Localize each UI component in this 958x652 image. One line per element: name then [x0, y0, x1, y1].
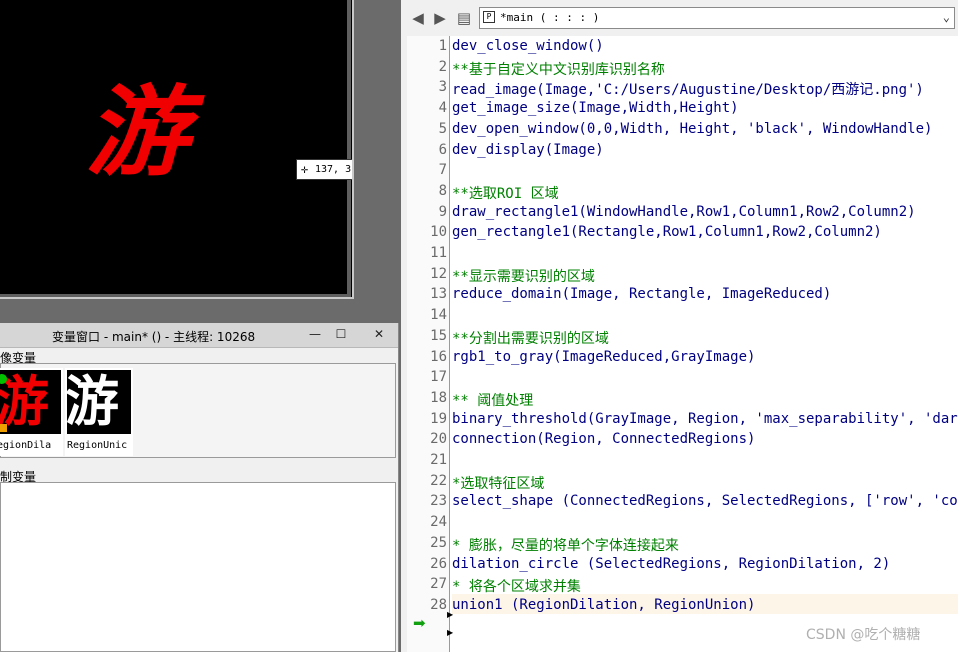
code-comment-line[interactable]: * 将各个区域求并集: [452, 576, 581, 596]
thumbnail-caption: RegionUnic: [67, 440, 128, 451]
code-editor[interactable]: 1 2 3 4 5 6 7 8 9 10 11 12 13 14 15 16 17 18 19 20 21 22 23 24 2…: [407, 36, 958, 652]
procedure-select[interactable]: P *main ( : : : ) ⌄: [479, 7, 955, 29]
line-number: 5: [438, 120, 447, 137]
insert-cursor-marker-icon: ▶: [447, 610, 454, 619]
program-counter-arrow-icon: ➡: [413, 614, 426, 632]
program-toolbar: ◀ ▶ ▤ P *main ( : : : ) ⌄: [401, 0, 958, 36]
procedure-icon: P: [483, 11, 495, 23]
chevron-down-icon[interactable]: ⌄: [943, 10, 950, 24]
maximize-button[interactable]: ☐: [332, 325, 350, 343]
line-number: 21: [430, 452, 447, 468]
code-comment-line[interactable]: ** 阈值处理: [452, 390, 533, 410]
line-number: 16: [430, 348, 447, 365]
code-line[interactable]: rgb1_to_gray(ImageReduced,GrayImage): [452, 349, 755, 365]
code-line[interactable]: dev_close_window(): [452, 38, 604, 54]
line-number: 22: [430, 472, 447, 489]
line-number: 24: [430, 514, 447, 531]
code-comment-line[interactable]: **选取ROI 区域: [452, 183, 559, 203]
code-line[interactable]: union1 (RegionDilation, RegionUnion): [452, 597, 755, 613]
variable-window-title: 变量窗口 - main* () - 主线程: 10268: [52, 330, 256, 344]
code-line[interactable]: select_shape (ConnectedRegions, Selected…: [452, 493, 958, 509]
displayed-image-character: 游: [85, 75, 189, 190]
pixel-coordinate-tooltip: ✛ 137, 315: [296, 159, 352, 180]
line-number: 10: [430, 224, 447, 241]
code-area[interactable]: dev_close_window() **基于自定义中文识别库识别名称 read_i…: [452, 36, 958, 652]
thumbnail-caption: egionDila: [0, 440, 52, 451]
line-number: 17: [430, 369, 447, 386]
thumbnail-region-union[interactable]: 游 RegionUnic: [65, 368, 133, 456]
line-number: 19: [430, 410, 447, 427]
code-comment-line[interactable]: **分割出需要识别的区域: [452, 328, 609, 348]
image-variables-panel: 游 egionDila 游 RegionUnic: [0, 363, 396, 458]
line-number: 18: [430, 389, 447, 406]
line-number: 4: [438, 100, 447, 117]
code-line[interactable]: dev_open_window(0,0,Width, Height, 'blac…: [452, 121, 932, 137]
insert-cursor-marker-icon: ▶: [447, 628, 454, 637]
variable-window-titlebar[interactable]: 变量窗口 - main* () - 主线程: 10268 — ☐ ✕: [0, 323, 398, 348]
line-number: 27: [430, 576, 447, 593]
thumbnail-glyph: 游: [67, 370, 119, 433]
crosshair-icon: ✛: [301, 162, 309, 176]
line-number: 6: [438, 141, 447, 158]
procedure-value: *main ( : : : ): [500, 11, 600, 24]
line-number: 14: [430, 307, 447, 324]
line-number: 3: [438, 79, 447, 96]
code-comment-line[interactable]: *选取特征区域: [452, 473, 544, 493]
thumbnail-image: 游: [0, 370, 61, 434]
code-line[interactable]: dilation_circle (SelectedRegions, Region…: [452, 556, 890, 572]
line-number: 12: [430, 265, 447, 282]
minimize-button[interactable]: —: [306, 325, 324, 343]
line-number: 28: [430, 596, 447, 613]
line-number-gutter[interactable]: 1 2 3 4 5 6 7 8 9 10 11 12 13 14 15 16 17 18 19 20 21 22 23 24 2…: [407, 36, 450, 652]
code-line[interactable]: reduce_domain(Image, Rectangle, ImageRed…: [452, 286, 831, 302]
line-number: 9: [438, 203, 447, 220]
program-window: ◀ ▶ ▤ P *main ( : : : ) ⌄ 1 2 3 4 5 6 7 8 9 10 11 1…: [401, 0, 958, 652]
thumbnail-glyph: 游: [0, 370, 49, 433]
line-number: 1: [438, 38, 447, 54]
variable-window: 变量窗口 - main* () - 主线程: 10268 — ☐ ✕ 像变量 游…: [0, 323, 399, 652]
back-arrow-icon[interactable]: ◀: [409, 9, 427, 27]
code-line[interactable]: gen_rectangle1(Rectangle,Row1,Column1,Ro…: [452, 224, 882, 240]
code-comment-line[interactable]: * 膨胀，尽量的将单个字体连接起来: [452, 535, 679, 555]
close-button[interactable]: ✕: [370, 325, 388, 343]
line-number: 13: [430, 286, 447, 303]
line-number: 7: [438, 162, 447, 179]
thumbnail-image: 游: [67, 370, 131, 434]
watermark: CSDN @吃个糖糖: [806, 627, 921, 643]
line-number: 2: [438, 58, 447, 75]
graphics-window[interactable]: 游 ✛ 137, 315: [0, 0, 354, 299]
line-number: 20: [430, 431, 447, 448]
control-variables-panel[interactable]: [0, 482, 396, 652]
code-comment-line[interactable]: **显示需要识别的区域: [452, 266, 595, 286]
code-line[interactable]: read_image(Image,'C:/Users/Augustine/Des…: [452, 79, 924, 99]
line-number: 25: [430, 534, 447, 551]
thumbnail-region-dilation[interactable]: 游 egionDila: [0, 368, 63, 456]
line-number: 8: [438, 182, 447, 199]
graphics-canvas[interactable]: 游: [0, 0, 347, 294]
line-number: 26: [430, 555, 447, 572]
code-comment-line[interactable]: **基于自定义中文识别库识别名称: [452, 59, 665, 79]
line-number: 15: [430, 327, 447, 344]
coordinate-readout: 137, 315: [315, 164, 352, 175]
code-line[interactable]: draw_rectangle1(WindowHandle,Row1,Column…: [452, 204, 916, 220]
code-line[interactable]: get_image_size(Image,Width,Height): [452, 100, 739, 116]
line-number: 23: [430, 493, 447, 510]
line-number: 11: [430, 245, 447, 261]
code-line[interactable]: connection(Region, ConnectedRegions): [452, 431, 755, 447]
orange-region-marker: [0, 424, 7, 432]
procedure-folder-icon[interactable]: ▤: [455, 9, 473, 27]
code-line[interactable]: binary_threshold(GrayImage, Region, 'max…: [452, 411, 958, 427]
code-line[interactable]: dev_display(Image): [452, 142, 604, 158]
forward-arrow-icon[interactable]: ▶: [431, 9, 449, 27]
